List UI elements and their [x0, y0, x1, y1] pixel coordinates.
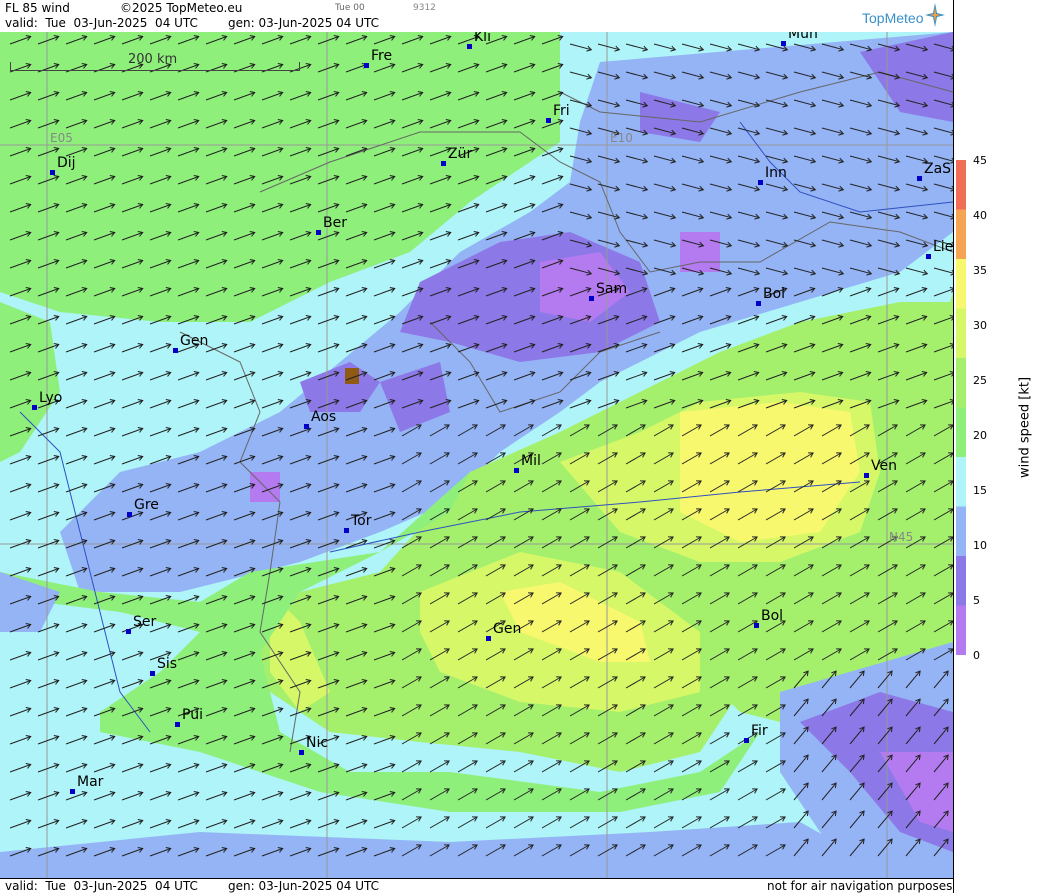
legend-tick-label: 20 — [973, 429, 987, 442]
city-marker-icon — [344, 528, 349, 533]
legend-tick-label: 30 — [973, 319, 987, 332]
city-marker-icon — [758, 180, 763, 185]
city-label: Mün — [788, 32, 818, 42]
legend-color-swatch — [956, 209, 966, 259]
footer-valid-time: valid: Tue 03-Jun-2025 04 UTC — [5, 879, 198, 893]
legend-tick-label: 0 — [973, 649, 980, 662]
city-marker-icon — [917, 176, 922, 181]
legend-tick-label: 25 — [973, 374, 987, 387]
city-marker-icon — [175, 722, 180, 727]
legend-color-swatch — [956, 358, 966, 408]
city-label: Tor — [351, 513, 372, 529]
legend-color-swatch — [956, 308, 966, 358]
city-marker-icon — [364, 63, 369, 68]
wind-field — [0, 32, 953, 878]
city-label: Fri — [553, 103, 570, 119]
city-marker-icon — [173, 348, 178, 353]
city-marker-icon — [744, 738, 749, 743]
disclaimer: not for air navigation purposes — [767, 879, 953, 893]
city-label: Lie — [933, 239, 953, 255]
legend-tick-label: 40 — [973, 209, 987, 222]
map-header: FL 85 wind ©2025 TopMeteo.eu Tue 00 9312… — [0, 0, 953, 33]
city-marker-icon — [756, 301, 761, 306]
run-label: Tue 00 — [335, 3, 365, 13]
city-label: Inn — [765, 165, 787, 181]
city-label: Mil — [521, 453, 541, 469]
city-marker-icon — [50, 170, 55, 175]
city-label: Kli — [474, 32, 491, 45]
city-marker-icon — [150, 671, 155, 676]
city-marker-icon — [546, 118, 551, 123]
city-label: ZaS — [924, 161, 952, 177]
wind-map: 200 km E05 E10 N45 Kli Mün Fre Fri Dij Zür Inn… — [0, 32, 953, 878]
topmeteo-logo: TopMeteo — [862, 10, 924, 26]
city-marker-icon — [514, 468, 519, 473]
legend-title: wind speed [kt] — [1017, 376, 1033, 479]
city-label: Sam — [596, 281, 628, 297]
footer-gen-time: gen: 03-Jun-2025 04 UTC — [228, 879, 380, 893]
city-marker-icon — [754, 623, 759, 628]
grid-label-e10: E10 — [610, 131, 633, 145]
city-label: Fir — [751, 723, 768, 739]
legend-color-swatch — [956, 605, 966, 655]
wind-speed-legend — [956, 160, 966, 655]
legend-tick-label: 15 — [973, 484, 987, 497]
city-label: Aos — [311, 409, 337, 425]
copyright: ©2025 TopMeteo.eu — [120, 1, 243, 15]
legend-tick-label: 10 — [973, 539, 987, 552]
city-marker-icon — [316, 230, 321, 235]
legend-color-swatch — [956, 407, 966, 457]
product-title: FL 85 wind — [5, 1, 70, 15]
city-marker-icon — [299, 750, 304, 755]
city-marker-icon — [127, 512, 132, 517]
legend-tick-label: 5 — [973, 594, 980, 607]
city-label: Bol — [763, 286, 786, 302]
city-label: Sis — [157, 656, 178, 672]
compass-logo-icon — [925, 3, 945, 27]
city-label: Pui — [182, 707, 203, 723]
city-marker-icon — [467, 44, 472, 49]
city-label: Bol — [761, 608, 784, 624]
city-label: Gre — [134, 497, 159, 513]
grid-label-n45: N45 — [889, 530, 914, 544]
legend-color-swatch — [956, 259, 966, 309]
valid-time: valid: Tue 03-Jun-2025 04 UTC — [5, 16, 198, 30]
gen-time: gen: 03-Jun-2025 04 UTC — [228, 16, 380, 30]
city-marker-icon — [589, 296, 594, 301]
grid-label-e05: E05 — [50, 131, 73, 145]
city-label: Ser — [133, 614, 157, 630]
legend-tick-label: 35 — [973, 264, 987, 277]
city-label: Dij — [57, 155, 76, 171]
scale-label: 200 km — [128, 52, 178, 67]
city-label: Lyo — [39, 390, 63, 406]
city-label: Nic — [306, 735, 329, 751]
city-label: Zür — [448, 146, 473, 162]
city-marker-icon — [926, 254, 931, 259]
city-marker-icon — [441, 161, 446, 166]
city-label: Gen — [180, 333, 209, 349]
city-label: Mar — [77, 774, 104, 790]
city-label: Fre — [371, 48, 393, 64]
code-label: 9312 — [413, 3, 436, 13]
city-marker-icon — [486, 636, 491, 641]
city-label: Ber — [323, 215, 347, 231]
legend-color-swatch — [956, 556, 966, 606]
legend-tick-label: 45 — [973, 154, 987, 167]
legend-color-swatch — [956, 160, 966, 210]
legend-color-swatch — [956, 457, 966, 507]
city-marker-icon — [864, 473, 869, 478]
legend-color-swatch — [956, 506, 966, 556]
city-marker-icon — [126, 629, 131, 634]
city-marker-icon — [304, 424, 309, 429]
city-label: Ven — [871, 458, 897, 474]
map-footer: valid: Tue 03-Jun-2025 04 UTC gen: 03-Ju… — [0, 878, 953, 894]
city-marker-icon — [781, 41, 786, 46]
city-marker-icon — [70, 789, 75, 794]
city-marker-icon — [32, 405, 37, 410]
city-label: Gen — [493, 621, 522, 637]
